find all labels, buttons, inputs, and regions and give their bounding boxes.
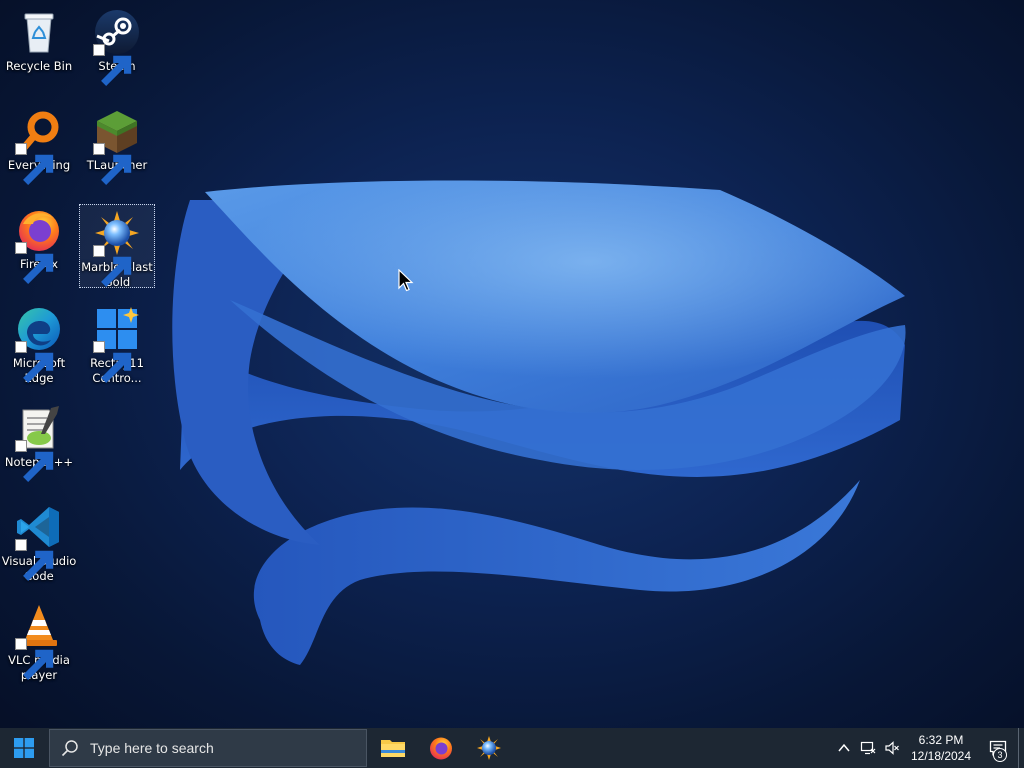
shortcut-arrow-icon — [15, 341, 54, 383]
desktop-icon-tlauncher[interactable]: TLauncher — [79, 103, 155, 187]
edge-icon — [15, 305, 63, 383]
shortcut-arrow-icon — [93, 341, 132, 383]
steam-icon — [93, 8, 141, 86]
clock-time: 6:32 PM — [918, 733, 964, 747]
show-desktop-button[interactable] — [1018, 728, 1024, 768]
marble-blast-icon — [93, 209, 141, 287]
desktop[interactable]: Recycle Bin Steam Everything TLauncher F… — [0, 0, 1024, 728]
recycle-bin-icon — [15, 8, 63, 56]
desktop-icon-marble-blast-gold[interactable]: Marble Blast Gold — [79, 204, 155, 289]
desktop-icon-notepad-plus-plus[interactable]: Notepad++ — [1, 400, 77, 484]
desktop-icon-rectify11-control-center[interactable]: Rectify11 Contro... — [79, 301, 155, 385]
shortcut-arrow-icon — [93, 143, 132, 185]
clock-date: 12/18/2024 — [910, 749, 972, 763]
notification-center-button[interactable]: 3 — [978, 728, 1018, 768]
desktop-icon-microsoft-edge[interactable]: Microsoft Edge — [1, 301, 77, 385]
firefox-icon — [430, 737, 452, 760]
pinned-apps — [369, 728, 513, 768]
desktop-icon-firefox[interactable]: Firefox — [1, 202, 77, 286]
notepadpp-icon — [15, 404, 63, 482]
taskbar-clock[interactable]: 6:32 PM 12/18/2024 — [904, 728, 978, 768]
desktop-icon-steam[interactable]: Steam — [79, 4, 155, 88]
tlauncher-grass-block-icon — [93, 107, 141, 185]
desktop-icon-label: Recycle Bin — [5, 59, 73, 73]
file-explorer-icon — [381, 740, 405, 757]
notification-count-badge: 3 — [993, 748, 1007, 762]
rectify11-icon — [93, 305, 141, 383]
network-icon — [860, 741, 876, 755]
chevron-up-icon — [838, 743, 850, 752]
vscode-icon — [15, 503, 63, 581]
taskbar-firefox-button[interactable] — [417, 728, 465, 768]
taskbar-marble-blast-button[interactable] — [465, 728, 513, 768]
desktop-icon-everything[interactable]: Everything — [1, 103, 77, 187]
everything-search-icon — [15, 107, 63, 185]
shortcut-arrow-icon — [15, 638, 54, 680]
volume-muted-icon — [885, 741, 899, 755]
vlc-icon — [15, 602, 63, 680]
shortcut-arrow-icon — [15, 539, 54, 581]
desktop-icon-visual-studio-code[interactable]: Visual Studio Code — [1, 499, 77, 583]
search-placeholder: Type here to search — [90, 740, 214, 756]
taskbar: Type here to search 6:32 PM 12/18/2024 3 — [0, 728, 1024, 768]
desktop-icon-recycle-bin[interactable]: Recycle Bin — [1, 4, 77, 88]
shortcut-arrow-icon — [15, 242, 54, 284]
shortcut-arrow-icon — [93, 245, 132, 287]
windows-logo-icon — [14, 738, 34, 758]
taskbar-file-explorer-button[interactable] — [369, 728, 417, 768]
desktop-icon-vlc-media-player[interactable]: VLC media player — [1, 598, 77, 682]
shortcut-arrow-icon — [93, 44, 132, 86]
mouse-cursor-icon — [398, 269, 414, 292]
start-button[interactable] — [0, 728, 48, 768]
taskbar-search-box[interactable]: Type here to search — [49, 729, 367, 767]
search-icon — [61, 740, 78, 757]
show-hidden-icons-button[interactable] — [832, 728, 856, 768]
firefox-icon — [15, 206, 63, 284]
marble-blast-icon — [477, 736, 501, 760]
shortcut-arrow-icon — [15, 143, 54, 185]
network-status-button[interactable] — [856, 728, 880, 768]
shortcut-arrow-icon — [15, 440, 54, 482]
volume-button[interactable] — [880, 728, 904, 768]
system-tray: 6:32 PM 12/18/2024 3 — [832, 728, 1024, 768]
